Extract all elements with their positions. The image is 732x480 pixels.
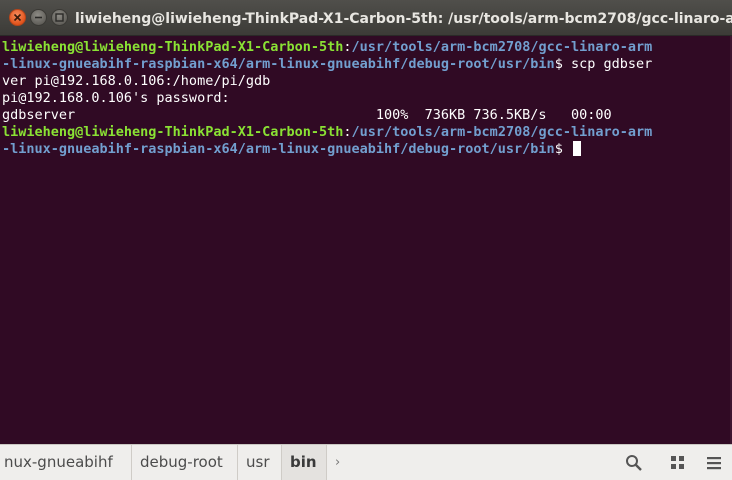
- prompt-path: /usr/tools/arm-bcm2708/gcc-linaro-arm: [351, 124, 653, 140]
- prompt-symbol: $: [554, 141, 571, 157]
- terminal-line: -linux-gnueabihf-raspbian-x64/arm-linux-…: [2, 141, 581, 158]
- prompt-path: /usr/tools/arm-bcm2708/gcc-linaro-arm: [351, 39, 653, 55]
- terminal-line: ver pi@192.168.0.106:/home/pi/gdb: [2, 73, 271, 89]
- file-manager-pathbar: nux-gnueabihf debug-root usr bin ›: [0, 444, 732, 480]
- minimize-icon: [35, 16, 42, 19]
- maximize-icon: [55, 13, 64, 22]
- search-icon[interactable]: [624, 453, 644, 473]
- window-titlebar[interactable]: liwieheng@liwieheng-ThinkPad-X1-Carbon-5…: [0, 0, 732, 36]
- prompt-user-host: liwieheng@liwieheng-ThinkPad-X1-Carbon-5…: [2, 124, 344, 140]
- transfer-progress-line: gdbserver 100% 736KB 736.5KB/s 00:00: [2, 107, 612, 123]
- prompt-path: -linux-gnueabihf-raspbian-x64/arm-linux-…: [2, 141, 555, 157]
- path-crumb[interactable]: nux-gnueabihf: [0, 445, 132, 480]
- grid-icon[interactable]: [668, 453, 688, 473]
- prompt-path: -linux-gnueabihf-raspbian-x64/arm-linux-…: [2, 56, 555, 72]
- terminal-cursor[interactable]: [572, 141, 581, 156]
- prompt-user-host: liwieheng@liwieheng-ThinkPad-X1-Carbon-5…: [2, 39, 344, 55]
- terminal-area[interactable]: liwieheng@liwieheng-ThinkPad-X1-Carbon-5…: [0, 36, 732, 444]
- close-button[interactable]: [9, 9, 26, 26]
- path-crumb-active[interactable]: bin: [282, 445, 327, 480]
- path-more-button[interactable]: ›: [327, 445, 355, 480]
- path-crumb[interactable]: debug-root: [132, 445, 238, 480]
- path-crumb[interactable]: usr: [238, 445, 282, 480]
- maximize-button[interactable]: [51, 9, 68, 26]
- close-icon: [13, 13, 22, 22]
- hamburger-menu-icon[interactable]: [704, 453, 724, 473]
- prompt-separator: :: [343, 124, 352, 140]
- minimize-button[interactable]: [30, 9, 47, 26]
- terminal-line: -linux-gnueabihf-raspbian-x64/arm-linux-…: [2, 56, 652, 73]
- command-text: $ scp gdbser: [554, 56, 653, 72]
- prompt-separator: :: [343, 39, 352, 55]
- terminal-line: liwieheng@liwieheng-ThinkPad-X1-Carbon-5…: [2, 39, 652, 56]
- desktop: liwieheng@liwieheng-ThinkPad-X1-Carbon-5…: [0, 0, 732, 480]
- terminal-line: pi@192.168.0.106's password:: [2, 90, 230, 106]
- terminal-line: liwieheng@liwieheng-ThinkPad-X1-Carbon-5…: [2, 124, 652, 141]
- window-title: liwieheng@liwieheng-ThinkPad-X1-Carbon-5…: [75, 11, 732, 27]
